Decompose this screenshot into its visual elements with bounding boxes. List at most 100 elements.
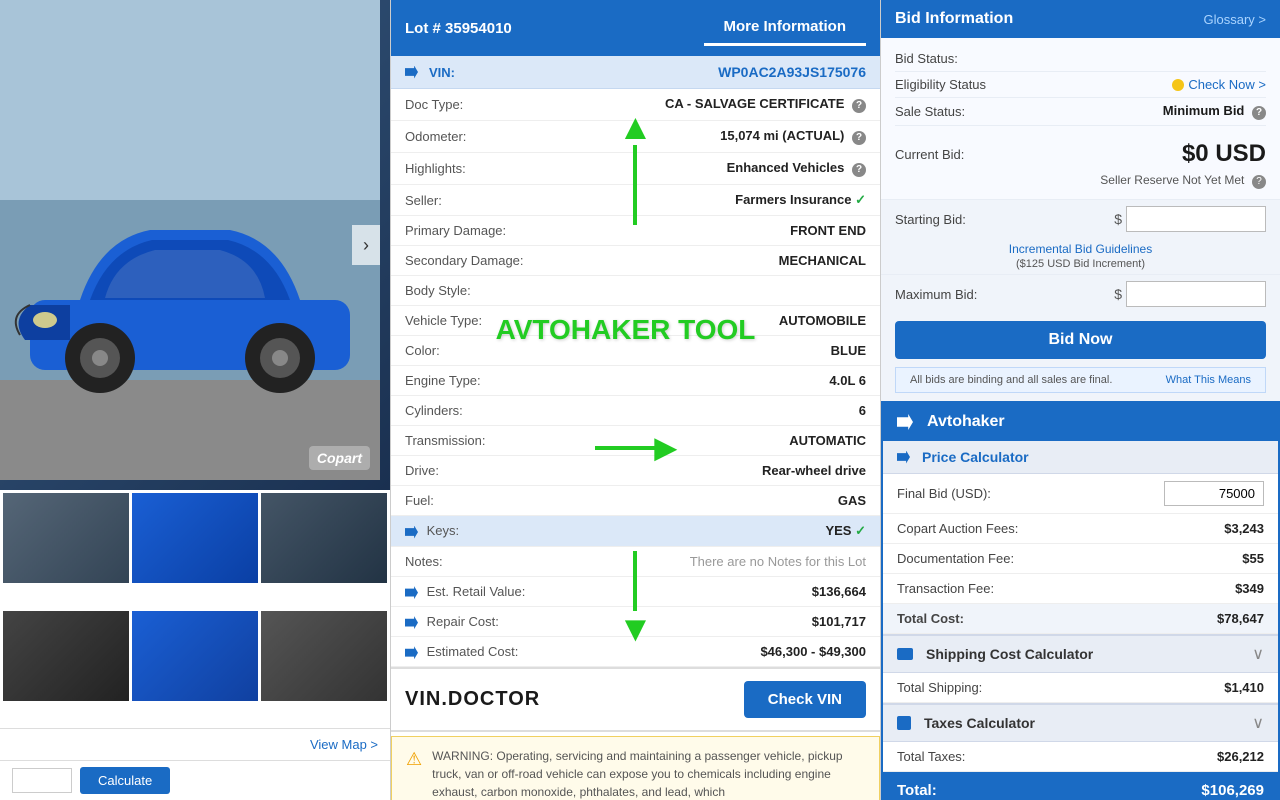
warning-box: ⚠ WARNING: Operating, servicing and main… (391, 736, 880, 800)
starting-bid-input[interactable] (1126, 206, 1266, 232)
binding-note-text: All bids are binding and all sales are f… (910, 374, 1112, 386)
body-style-value (551, 276, 880, 306)
info-table: Doc Type: CA - SALVAGE CERTIFICATE ? Odo… (391, 89, 880, 667)
avtohaker-header: Avtohaker (883, 403, 1278, 441)
avtohaker-tag-icon (897, 414, 913, 430)
taxes-collapse-icon[interactable]: ∨ (1252, 713, 1264, 733)
odometer-label: Odometer: (391, 121, 551, 153)
repair-cost-tag-icon (405, 616, 418, 629)
odometer-value: 15,074 mi (ACTUAL) (720, 128, 844, 143)
reserve-help-icon[interactable]: ? (1252, 175, 1266, 189)
bid-now-button[interactable]: Bid Now (895, 321, 1266, 359)
copart-fees-value: $3,243 (1224, 521, 1264, 536)
calculate-row: Calculate (0, 760, 390, 800)
highlights-help-icon[interactable]: ? (852, 163, 866, 177)
sale-status-label: Sale Status: (895, 104, 965, 119)
estimated-cost-tag-icon (405, 646, 418, 659)
max-bid-row: Maximum Bid: $ (881, 274, 1280, 313)
middle-overlay: Lot # 35954010 More Information VIN: WP0… (391, 0, 880, 800)
check-now-link[interactable]: Check Now > (1172, 77, 1266, 92)
total-final-row: Total: $106,269 (883, 772, 1278, 800)
repair-cost-row: Repair Cost: $101,717 (391, 607, 880, 637)
drive-value: Rear-wheel drive (551, 456, 880, 486)
secondary-damage-label: Secondary Damage: (391, 246, 551, 276)
keys-label-cell: Keys: (391, 516, 551, 547)
engine-type-row: Engine Type: 4.0L 6 (391, 366, 880, 396)
current-bid-label: Current Bid: (895, 147, 964, 162)
final-bid-row: Final Bid (USD): (883, 474, 1278, 514)
keys-row: Keys: YES ✓ (391, 516, 880, 547)
warning-text: WARNING: Operating, servicing and mainta… (432, 747, 865, 800)
cylinders-row: Cylinders: 6 (391, 396, 880, 426)
doc-type-help-icon[interactable]: ? (852, 99, 866, 113)
max-bid-input[interactable] (1126, 281, 1266, 307)
highlights-row: Highlights: Enhanced Vehicles ? (391, 153, 880, 185)
seller-verified-icon: ✓ (855, 192, 866, 207)
odometer-value-cell: 15,074 mi (ACTUAL) ? (551, 121, 880, 153)
highlights-value: Enhanced Vehicles (727, 160, 845, 175)
car-image (0, 0, 390, 490)
repair-cost-label: Repair Cost: (427, 614, 499, 629)
starting-bid-input-container: $ (1114, 206, 1266, 232)
copart-watermark: Copart (309, 446, 370, 470)
odometer-help-icon[interactable]: ? (852, 131, 866, 145)
est-retail-label-cell: Est. Retail Value: (391, 577, 551, 607)
shipping-collapse-icon[interactable]: ∨ (1252, 644, 1264, 664)
transmission-row: Transmission: AUTOMATIC (391, 426, 880, 456)
lot-number-value: 35954010 (445, 20, 512, 37)
vin-doctor-logo: VIN.DOCTOR (405, 688, 540, 711)
total-taxes-label: Total Taxes: (897, 749, 965, 764)
lot-number: Lot # 35954010 (405, 20, 512, 37)
vin-doctor-section: VIN.DOCTOR Check VIN (391, 667, 880, 732)
max-bid-label: Maximum Bid: (895, 287, 977, 302)
body-style-label: Body Style: (391, 276, 551, 306)
primary-damage-label: Primary Damage: (391, 216, 551, 246)
estimated-cost-label: Estimated Cost: (427, 644, 519, 659)
odometer-row: Odometer: 15,074 mi (ACTUAL) ? (391, 121, 880, 153)
notes-row: Notes: There are no Notes for this Lot (391, 547, 880, 577)
keys-value-cell: YES ✓ (551, 516, 880, 547)
color-label: Color: (391, 336, 551, 366)
transmission-label: Transmission: (391, 426, 551, 456)
bid-info-title: Bid Information (895, 10, 1013, 28)
fuel-row: Fuel: GAS (391, 486, 880, 516)
more-info-tab[interactable]: More Information (704, 10, 867, 46)
primary-damage-value: FRONT END (551, 216, 880, 246)
transaction-fee-value: $349 (1235, 581, 1264, 596)
thumbnail-4[interactable] (3, 611, 129, 701)
image-next-button[interactable]: › (352, 225, 380, 265)
thumbnail-6[interactable] (261, 611, 387, 701)
calc-input[interactable] (12, 768, 72, 793)
view-map-link[interactable]: View Map > (310, 737, 378, 752)
sale-status-help-icon[interactable]: ? (1252, 106, 1266, 120)
bid-now-row: Bid Now (881, 313, 1280, 367)
glossary-link[interactable]: Glossary > (1204, 12, 1267, 27)
color-value: BLUE (551, 336, 880, 366)
transaction-fee-label: Transaction Fee: (897, 581, 994, 596)
bid-info-header: Bid Information Glossary > (881, 0, 1280, 38)
fuel-label: Fuel: (391, 486, 551, 516)
doc-type-label: Doc Type: (391, 89, 551, 121)
estimated-cost-row: Estimated Cost: $46,300 - $49,300 (391, 637, 880, 667)
thumbnail-3[interactable] (261, 493, 387, 583)
main-image: › Copart (0, 0, 390, 490)
final-bid-input[interactable] (1164, 481, 1264, 506)
keys-value: YES (825, 523, 851, 538)
increment-link[interactable]: Incremental Bid Guidelines (895, 240, 1266, 258)
keys-tag-icon (405, 526, 418, 539)
what-this-means-link[interactable]: What This Means (1166, 374, 1251, 386)
seller-value: Farmers Insurance (735, 192, 851, 207)
check-vin-button[interactable]: Check VIN (744, 681, 866, 718)
taxes-title: Taxes Calculator (924, 715, 1035, 731)
vin-value: WP0AC2A93JS175076 (718, 64, 866, 80)
color-row: Color: BLUE (391, 336, 880, 366)
bid-section: Bid Status: Eligibility Status Check Now… (881, 38, 1280, 134)
vehicle-type-row: Vehicle Type: AUTOMOBILE (391, 306, 880, 336)
vin-label: VIN: (405, 65, 455, 80)
total-taxes-value: $26,212 (1217, 749, 1264, 764)
calculate-button[interactable]: Calculate (80, 767, 170, 794)
thumbnail-5[interactable] (132, 611, 258, 701)
thumbnail-2[interactable] (132, 493, 258, 583)
vin-tag-icon (405, 66, 418, 79)
thumbnail-1[interactable] (3, 493, 129, 583)
